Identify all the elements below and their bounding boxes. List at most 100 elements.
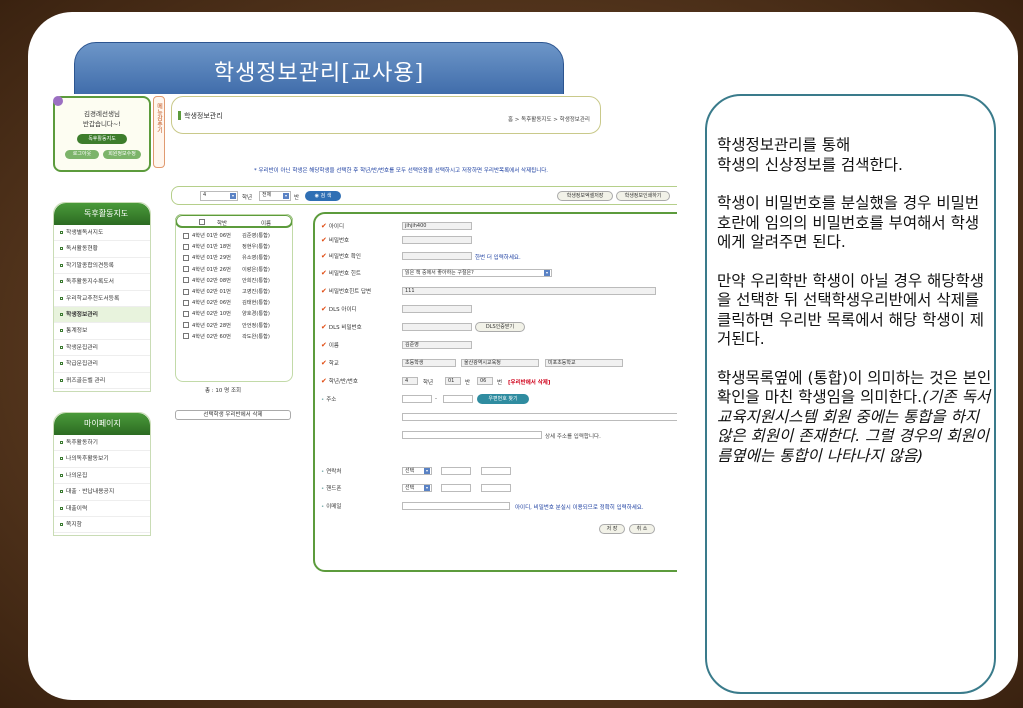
sidebar-item[interactable]: 독후활동지수록도서 (54, 274, 150, 291)
sidebar-item[interactable]: 대출이력 (54, 501, 150, 517)
bullet-icon: • (321, 486, 325, 492)
student-name: 안희진(통합) (242, 277, 270, 284)
sidebar-item[interactable]: 학생문집관리 (54, 340, 150, 357)
user-panel: 김경례선생님 반갑습니다~! 독후활동지도 로그아웃 회원정보수정 (53, 96, 151, 172)
sidebar-item[interactable]: 독서활동현황 (54, 241, 150, 258)
phone-mid-input[interactable] (441, 467, 471, 475)
row-checkbox[interactable] (183, 254, 189, 261)
zip-input-2[interactable] (443, 395, 473, 403)
row-checkbox[interactable] (183, 277, 189, 284)
sidebar-item[interactable]: 독후활동하기 (54, 435, 150, 452)
row-checkbox[interactable] (183, 266, 189, 273)
save-button[interactable]: 저 장 (599, 524, 625, 534)
sidebar-item[interactable]: 학기말종합의견등록 (54, 258, 150, 275)
required-check-icon: ✔ (321, 222, 327, 230)
row-checkbox[interactable] (183, 322, 189, 329)
student-row[interactable]: 4학년 02반 28번 안언정(통합) (183, 322, 270, 329)
student-row[interactable]: 4학년 02반 60번 곽도완(통합) (183, 333, 270, 340)
student-row[interactable]: 4학년 02반 08번 안희진(통합) (183, 277, 270, 284)
page-title: 학생정보관리 (184, 112, 223, 120)
sidebar-item[interactable]: 대출 · 반납내용공지 (54, 484, 150, 501)
student-class: 4학년 02반 10번 (192, 311, 231, 318)
menu-hide-tab[interactable]: 메뉴감추기 (153, 96, 165, 168)
phone-prefix-select[interactable]: 선택 ▾ (402, 484, 432, 492)
phone-last-input[interactable] (481, 484, 511, 492)
student-row[interactable]: 4학년 01반 06번 김준영(통합) (183, 232, 270, 239)
school-district-input[interactable]: 울산광역시교육청 (461, 359, 539, 367)
sidebar-item[interactable]: 우리학교추천도서등록 (54, 291, 150, 307)
class-select[interactable]: 전체 ▾ (259, 191, 291, 201)
hint-answer-input[interactable]: 111 (402, 287, 656, 295)
sidebar-item[interactable]: 나의독후활동보기 (54, 451, 150, 468)
field-input[interactable]: jihjih400 (402, 222, 472, 230)
dls-auth-button[interactable]: DLS인증받기 (475, 322, 525, 332)
logout-button[interactable]: 로그아웃 (65, 150, 99, 159)
field-input[interactable] (402, 305, 472, 313)
field-label: ✔ 비밀번호 확인 (321, 252, 361, 260)
row-checkbox[interactable] (183, 299, 189, 306)
zip-search-button[interactable]: 우편번호 찾기 (477, 394, 529, 404)
student-row[interactable]: 4학년 01반 18번 정현우(통합) (183, 243, 270, 250)
search-bar: 4 ▾ 학년 전체 ▾ 반 ◉ 검 색 학생정보엑셀저장 학생정보인쇄하기 (171, 186, 677, 205)
address-input-2[interactable] (402, 431, 542, 439)
student-row[interactable]: 4학년 02반 10번 양호경(통합) (183, 310, 270, 317)
phone-last-input[interactable] (481, 467, 511, 475)
field-input[interactable]: 김준영 (402, 341, 472, 349)
search-button[interactable]: ◉ 검 색 (305, 191, 341, 201)
phone-mid-input[interactable] (441, 484, 471, 492)
sidebar-item-label: 학급문집관리 (66, 361, 98, 368)
slide-title: 학생정보관리[교사용] (213, 61, 425, 86)
grade-select[interactable]: 4 ▾ (200, 191, 238, 201)
sidebar-item[interactable]: 학급문집관리 (54, 356, 150, 373)
address-input-1[interactable] (402, 413, 677, 421)
student-row[interactable]: 4학년 02반 01번 고영진(통합) (183, 288, 270, 295)
row-checkbox[interactable] (183, 243, 189, 250)
class-suffix: 반 (294, 195, 300, 201)
number-input[interactable]: 06 (477, 377, 493, 385)
field-input[interactable] (402, 236, 472, 244)
student-row[interactable]: 4학년 01반 26번 이랑은(통합) (183, 266, 270, 273)
chevron-down-icon: ▾ (544, 270, 550, 276)
student-class: 4학년 01반 26번 (192, 266, 231, 273)
row-checkbox[interactable] (183, 333, 189, 340)
field-note: 한번 더 입력하세요. (475, 255, 521, 261)
row-checkbox[interactable] (183, 288, 189, 295)
row-checkbox[interactable] (183, 232, 189, 239)
select-all-checkbox[interactable] (199, 219, 205, 225)
site-button[interactable]: 독후활동지도 (77, 134, 127, 144)
sidebar-item-label: 학기말종합의견등록 (66, 262, 114, 269)
email-input[interactable] (402, 502, 510, 510)
sidebar-item[interactable]: 쪽지함 (54, 517, 150, 534)
delete-from-class-button[interactable]: 선택학생 우리반에서 삭제 (175, 410, 291, 420)
required-check-icon: ✔ (321, 359, 327, 367)
school-type-input[interactable]: 초등학생 (402, 359, 456, 367)
school-name-input[interactable]: 미포초등학교 (545, 359, 623, 367)
row-checkbox[interactable] (183, 310, 189, 317)
zip-input-1[interactable] (402, 395, 432, 403)
grade-input[interactable]: 4 (402, 377, 418, 385)
field-input[interactable] (402, 323, 472, 331)
edit-profile-button[interactable]: 회원정보수정 (103, 150, 141, 159)
class-input[interactable]: 01 (445, 377, 461, 385)
field-label: ✔ DLS 아이디 (321, 305, 357, 313)
phone-prefix-select[interactable]: 선택 ▾ (402, 467, 432, 475)
notes-line-1b: 학생의 신상정보를 검색한다. (717, 155, 903, 174)
sidebar-item-label: 학생문집관리 (66, 344, 98, 351)
sidebar-mypage-list: 독후활동하기 나의독후활동보기 나의문집 대출 · 반납내용공지 대출이력 쪽지함 (54, 435, 150, 534)
greeting-sub: 반갑습니다~! (83, 120, 121, 128)
sidebar-item[interactable]: 퀴즈골든벨 관리 (54, 373, 150, 389)
save-excel-button[interactable]: 학생정보엑셀저장 (557, 191, 613, 201)
student-row[interactable]: 4학년 02반 06번 김태현(통합) (183, 299, 270, 306)
print-info-button[interactable]: 학생정보인쇄하기 (616, 191, 670, 201)
sidebar-item[interactable]: 통계정보 (54, 323, 150, 340)
student-name: 김태현(통합) (242, 300, 270, 307)
bullet-icon (60, 506, 63, 510)
cancel-button[interactable]: 취 소 (629, 524, 655, 534)
sidebar-item[interactable]: 나의문집 (54, 468, 150, 485)
sidebar-item[interactable]: 학생정보관리 (54, 306, 150, 324)
bullet-icon (60, 312, 63, 316)
hint-select[interactable]: 읽은 책 중에서 좋아하는 구절은? ▾ (402, 269, 552, 277)
field-input[interactable] (402, 252, 472, 260)
sidebar-item[interactable]: 학생별독서지도 (54, 225, 150, 242)
student-row[interactable]: 4학년 01반 29번 유소영(통합) (183, 254, 270, 261)
